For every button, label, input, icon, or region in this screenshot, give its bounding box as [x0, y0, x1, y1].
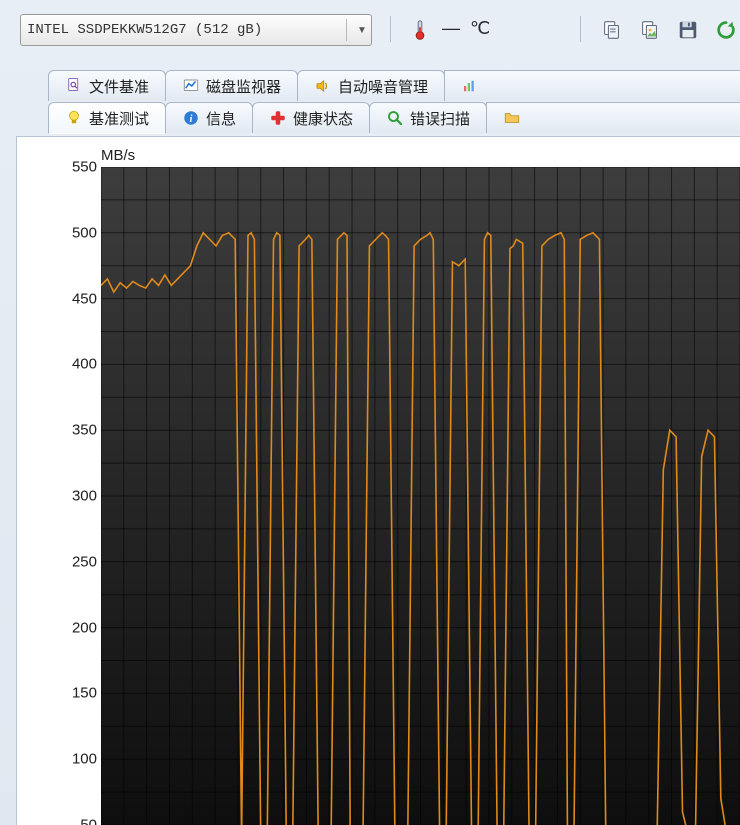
y-tick-label: 50	[57, 817, 97, 825]
magnifier-icon	[386, 109, 404, 127]
chart-panel: MB/s 50 100 150 200 250 300 350 400 450 500 550	[16, 136, 740, 825]
thermometer-icon	[409, 19, 431, 41]
upper-tab-row: 文件基准 磁盘监视器 自动噪音管理	[48, 70, 740, 102]
lower-tab-row: 基准测试 i 信息 健康状态 错误扫描	[48, 102, 740, 134]
app-window: INTEL SSDPEKKW512G7 (512 gB) ▼ — ℃	[0, 0, 740, 825]
file-benchmark-icon	[65, 77, 83, 95]
temperature-readout: — ℃	[442, 18, 490, 39]
tab-error-scan[interactable]: 错误扫描	[369, 102, 487, 133]
y-tick-label: 350	[57, 422, 97, 439]
bars-icon	[461, 77, 479, 95]
chart-area: MB/s 50100150200250300350400450500550	[29, 167, 740, 825]
refresh-button[interactable]	[708, 14, 740, 46]
floppy-disk-icon	[677, 19, 699, 41]
tab-label: 基准测试	[89, 108, 149, 129]
y-tick-label: 100	[57, 751, 97, 768]
screenshot-button[interactable]	[632, 14, 668, 46]
bulb-icon	[65, 109, 83, 127]
temperature-value: —	[442, 18, 462, 39]
tab-health[interactable]: 健康状态	[252, 102, 370, 133]
chevron-down-icon: ▼	[353, 25, 371, 36]
tab-lower-extra[interactable]	[486, 102, 740, 133]
chart-plot[interactable]	[101, 167, 740, 825]
temperature-button[interactable]	[402, 14, 438, 46]
y-tick-label: 550	[57, 159, 97, 176]
speaker-icon	[314, 77, 332, 95]
tab-info[interactable]: i 信息	[165, 102, 253, 133]
y-tick-label: 400	[57, 356, 97, 373]
copy-image-icon	[639, 19, 661, 41]
folder-icon	[503, 109, 521, 127]
tab-upper-extra[interactable]	[444, 70, 740, 101]
y-tick-label: 250	[57, 553, 97, 570]
drive-dropdown[interactable]: INTEL SSDPEKKW512G7 (512 gB) ▼	[20, 14, 372, 46]
top-toolbar: INTEL SSDPEKKW512G7 (512 gB) ▼ — ℃	[10, 14, 740, 54]
tab-aam[interactable]: 自动噪音管理	[297, 70, 445, 101]
tab-label: 健康状态	[293, 108, 353, 129]
y-tick-label: 200	[57, 619, 97, 636]
tab-label: 自动噪音管理	[338, 76, 428, 97]
svg-text:i: i	[190, 114, 193, 125]
y-tick-label: 300	[57, 488, 97, 505]
tab-label: 文件基准	[89, 76, 149, 97]
y-tick-label: 450	[57, 290, 97, 307]
drive-dropdown-label: INTEL SSDPEKKW512G7 (512 gB)	[21, 22, 262, 38]
y-tick-label: 150	[57, 685, 97, 702]
chart-icon	[182, 77, 200, 95]
tab-file-benchmark[interactable]: 文件基准	[48, 70, 166, 101]
refresh-icon	[715, 19, 737, 41]
temperature-unit: ℃	[470, 18, 490, 39]
y-tick-label: 500	[57, 224, 97, 241]
tab-label: 信息	[206, 108, 236, 129]
save-button[interactable]	[670, 14, 706, 46]
tab-label: 磁盘监视器	[206, 76, 281, 97]
tab-label: 错误扫描	[410, 108, 470, 129]
copy-text-button[interactable]	[594, 14, 630, 46]
tab-disk-monitor[interactable]: 磁盘监视器	[165, 70, 298, 101]
info-icon: i	[182, 109, 200, 127]
tab-benchmark[interactable]: 基准测试	[48, 102, 166, 134]
y-axis-unit: MB/s	[101, 147, 135, 164]
health-plus-icon	[269, 109, 287, 127]
copy-text-icon	[601, 19, 623, 41]
